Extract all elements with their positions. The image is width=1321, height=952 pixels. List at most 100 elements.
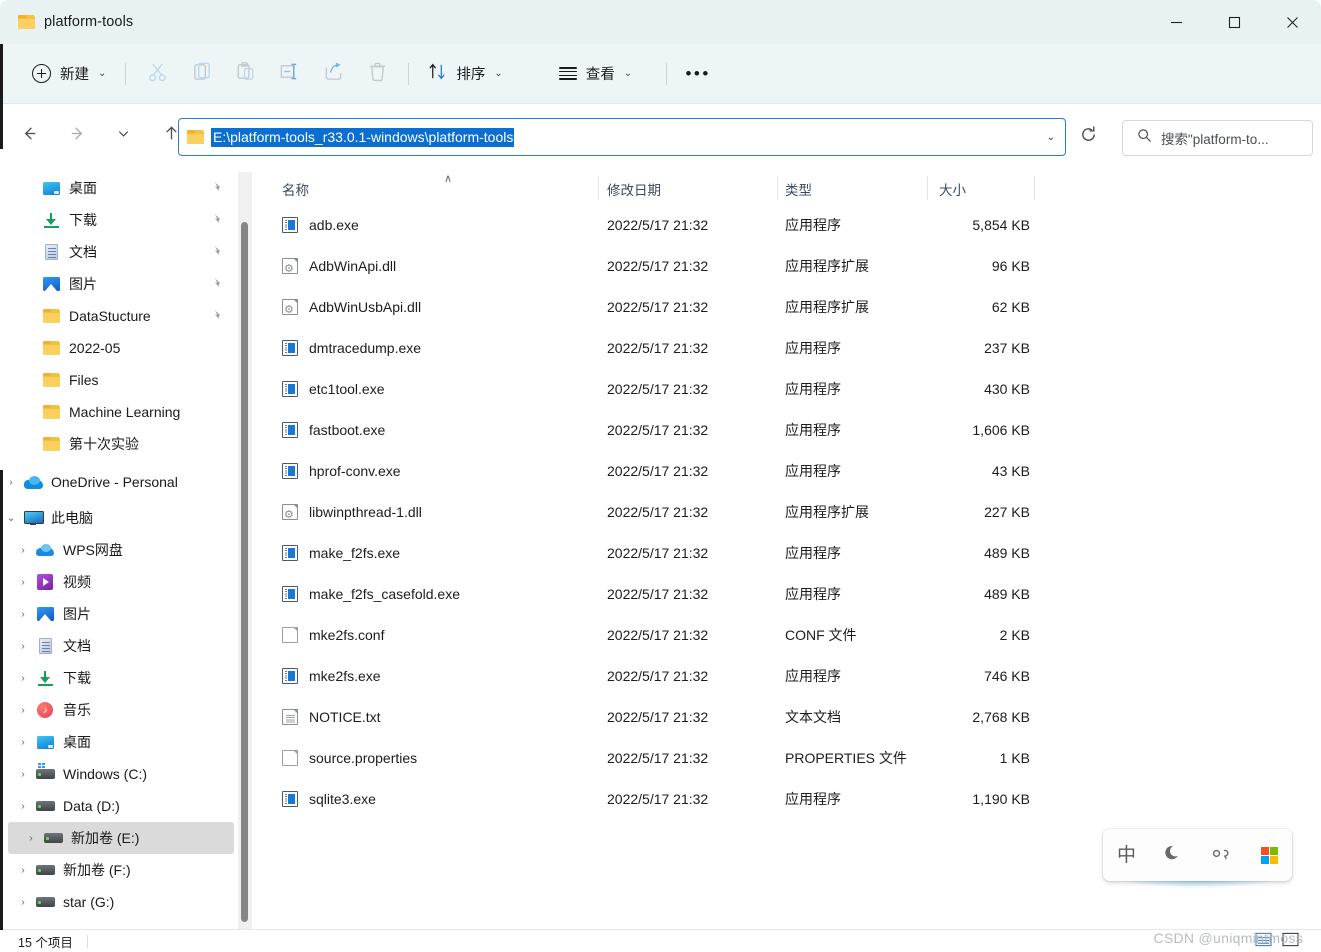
sidebar-item[interactable]: › 视频 bbox=[0, 566, 238, 598]
delete-button[interactable] bbox=[355, 56, 399, 92]
table-row[interactable]: AdbWinApi.dll 2022/5/17 21:32 应用程序扩展 96 KB bbox=[258, 245, 1321, 286]
sidebar-item[interactable]: › Windows (C:) bbox=[0, 758, 238, 790]
trash-icon bbox=[367, 61, 388, 87]
sidebar-item[interactable]: DataStucture bbox=[0, 300, 238, 332]
sidebar-item[interactable]: Files bbox=[0, 364, 238, 396]
expander-icon[interactable]: › bbox=[12, 641, 34, 652]
file-name-cell: dmtracedump.exe bbox=[282, 339, 421, 356]
microsoft-logo-icon[interactable] bbox=[1260, 846, 1278, 864]
sidebar-item[interactable]: › ♪ 音乐 bbox=[0, 694, 238, 726]
new-button[interactable]: 新建 ⌄ bbox=[22, 56, 116, 92]
column-header-size[interactable]: 大小 bbox=[939, 179, 966, 199]
expander-icon[interactable]: › bbox=[12, 865, 34, 876]
this-pc-section: ⌄ 此电脑 bbox=[0, 502, 238, 534]
table-row[interactable]: make_f2fs_casefold.exe 2022/5/17 21:32 应用程… bbox=[258, 573, 1321, 614]
view-button[interactable]: 查看 ⌄ bbox=[549, 56, 642, 92]
table-row[interactable]: AdbWinUsbApi.dll 2022/5/17 21:32 应用程序扩展 62 … bbox=[258, 286, 1321, 327]
expander-icon[interactable]: › bbox=[12, 609, 34, 620]
forward-button[interactable] bbox=[60, 119, 94, 153]
column-header-type[interactable]: 类型 bbox=[785, 179, 812, 199]
sidebar-item[interactable]: 桌面 bbox=[0, 172, 238, 204]
pin-icon[interactable] bbox=[211, 277, 224, 293]
search-input[interactable]: 搜索"platform-to... bbox=[1161, 128, 1269, 148]
expander-icon[interactable]: › bbox=[12, 801, 34, 812]
expander-icon[interactable]: › bbox=[20, 833, 42, 844]
pin-icon[interactable] bbox=[211, 245, 224, 261]
more-options-button[interactable]: ••• bbox=[676, 56, 720, 92]
ime-mode-button[interactable]: 中 bbox=[1117, 846, 1136, 865]
sidebar-item[interactable]: › 新加卷 (F:) bbox=[0, 854, 238, 886]
pin-icon[interactable] bbox=[211, 181, 224, 197]
table-row[interactable]: etc1tool.exe 2022/5/17 21:32 应用程序 430 KB bbox=[258, 368, 1321, 409]
windows-drive-icon bbox=[34, 763, 56, 779]
table-row[interactable]: NOTICE.txt 2022/5/17 21:32 文本文档 2,768 KB bbox=[258, 696, 1321, 737]
cut-button[interactable] bbox=[135, 56, 179, 92]
table-row[interactable]: libwinpthread-1.dll 2022/5/17 21:32 应用程序扩展… bbox=[258, 491, 1321, 532]
expander-icon[interactable]: ⌄ bbox=[0, 513, 22, 524]
comma-icon[interactable] bbox=[1211, 845, 1233, 865]
column-divider[interactable] bbox=[1034, 176, 1035, 200]
search-box[interactable]: 搜索"platform-to... bbox=[1122, 120, 1313, 156]
address-input[interactable]: E:\platform-tools_r33.0.1-windows\platfo… bbox=[211, 127, 515, 147]
sidebar-item[interactable]: 下载 bbox=[0, 204, 238, 236]
sidebar-item[interactable]: 2022-05 bbox=[0, 332, 238, 364]
sidebar-item[interactable]: 第十次实验 bbox=[0, 428, 238, 460]
column-divider[interactable] bbox=[598, 176, 599, 200]
column-divider[interactable] bbox=[777, 176, 778, 200]
sidebar-item[interactable]: › OneDrive - Personal bbox=[0, 466, 238, 498]
table-row[interactable]: mke2fs.conf 2022/5/17 21:32 CONF 文件 2 KB bbox=[258, 614, 1321, 655]
table-row[interactable]: sqlite3.exe 2022/5/17 21:32 应用程序 1,190 KB bbox=[258, 778, 1321, 819]
expander-icon[interactable]: › bbox=[12, 545, 34, 556]
expander-icon[interactable]: › bbox=[12, 769, 34, 780]
minimize-button[interactable] bbox=[1147, 0, 1205, 44]
sidebar-item[interactable]: › 新加卷 (E:) bbox=[8, 822, 234, 854]
expander-icon[interactable]: › bbox=[12, 673, 34, 684]
refresh-button[interactable] bbox=[1068, 118, 1108, 156]
copy-button[interactable] bbox=[179, 56, 223, 92]
pin-icon[interactable] bbox=[211, 309, 224, 325]
table-row[interactable]: source.properties 2022/5/17 21:32 PROPERTI… bbox=[258, 737, 1321, 778]
sidebar-item[interactable]: › 桌面 bbox=[0, 726, 238, 758]
file-name-label: hprof-conv.exe bbox=[309, 462, 401, 479]
table-row[interactable]: dmtracedump.exe 2022/5/17 21:32 应用程序 237 KB bbox=[258, 327, 1321, 368]
expander-icon[interactable]: › bbox=[0, 477, 22, 488]
maximize-button[interactable] bbox=[1205, 0, 1263, 44]
music-icon: ♪ bbox=[34, 702, 56, 718]
table-row[interactable]: make_f2fs.exe 2022/5/17 21:32 应用程序 489 KB bbox=[258, 532, 1321, 573]
sidebar-item[interactable]: › WPS网盘 bbox=[0, 534, 238, 566]
table-row[interactable]: hprof-conv.exe 2022/5/17 21:32 应用程序 43 KB bbox=[258, 450, 1321, 491]
folder-tab[interactable]: platform-tools bbox=[0, 0, 133, 44]
expander-icon[interactable]: › bbox=[12, 577, 34, 588]
file-date-cell: 2022/5/17 21:32 bbox=[607, 790, 709, 807]
share-button[interactable] bbox=[311, 56, 355, 92]
sidebar-item-this-pc[interactable]: ⌄ 此电脑 bbox=[0, 502, 238, 534]
sidebar-item[interactable]: 文档 bbox=[0, 236, 238, 268]
sidebar-item[interactable]: › 文档 bbox=[0, 630, 238, 662]
rename-button[interactable] bbox=[267, 56, 311, 92]
close-button[interactable] bbox=[1263, 0, 1321, 44]
column-divider[interactable] bbox=[927, 176, 928, 200]
sidebar-item[interactable]: › star (G:) bbox=[0, 886, 238, 918]
expander-icon[interactable]: › bbox=[12, 897, 34, 908]
back-button[interactable] bbox=[12, 119, 46, 153]
moon-icon[interactable] bbox=[1164, 844, 1183, 867]
table-row[interactable]: mke2fs.exe 2022/5/17 21:32 应用程序 746 KB bbox=[258, 655, 1321, 696]
address-bar[interactable]: E:\platform-tools_r33.0.1-windows\platfo… bbox=[178, 118, 1066, 156]
sidebar-item[interactable]: › 图片 bbox=[0, 598, 238, 630]
sidebar-item[interactable]: › Data (D:) bbox=[0, 790, 238, 822]
address-dropdown-icon[interactable]: ⌄ bbox=[1047, 132, 1055, 143]
sidebar-item[interactable]: › 下载 bbox=[0, 662, 238, 694]
pin-icon[interactable] bbox=[211, 213, 224, 229]
column-header-name[interactable]: 名称 bbox=[282, 179, 309, 199]
sort-button[interactable]: 排序 ⌄ bbox=[418, 56, 512, 92]
table-row[interactable]: fastboot.exe 2022/5/17 21:32 应用程序 1,606 KB bbox=[258, 409, 1321, 450]
sidebar-item[interactable]: Machine Learning bbox=[0, 396, 238, 428]
column-header-date[interactable]: 修改日期 bbox=[607, 179, 661, 199]
recent-locations-button[interactable] bbox=[106, 119, 140, 153]
table-row[interactable]: adb.exe 2022/5/17 21:32 应用程序 5,854 KB bbox=[258, 204, 1321, 245]
sidebar-scrollbar-thumb[interactable] bbox=[241, 222, 248, 922]
expander-icon[interactable]: › bbox=[12, 705, 34, 716]
sidebar-item[interactable]: 图片 bbox=[0, 268, 238, 300]
paste-button[interactable] bbox=[223, 56, 267, 92]
expander-icon[interactable]: › bbox=[12, 737, 34, 748]
